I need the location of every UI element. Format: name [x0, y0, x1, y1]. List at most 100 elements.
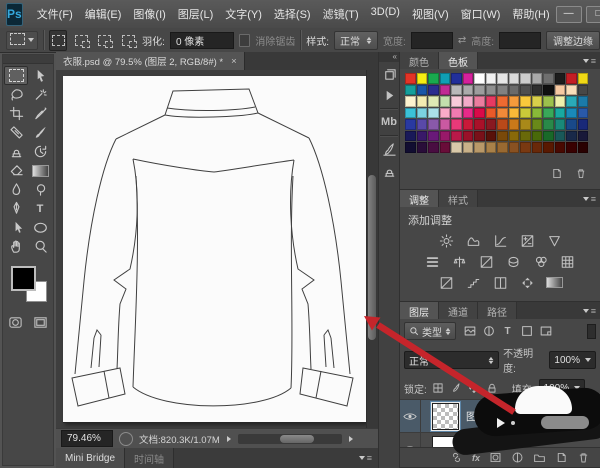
color-swatch[interactable] — [543, 131, 554, 142]
color-swatch[interactable] — [428, 119, 439, 130]
adjustments-tab-1[interactable]: 样式 — [439, 190, 478, 207]
color-swatch[interactable] — [474, 73, 485, 84]
color-swatch[interactable] — [451, 119, 462, 130]
threshold-adjustment-icon[interactable] — [492, 275, 509, 290]
color-lookup-adjustment-icon[interactable] — [559, 254, 576, 269]
color-swatch[interactable] — [486, 119, 497, 130]
color-swatch[interactable] — [417, 85, 428, 96]
tab-close-icon[interactable]: × — [231, 56, 237, 67]
color-swatch[interactable] — [474, 142, 485, 153]
new-swatch-icon[interactable] — [550, 167, 564, 180]
clone-source-panel-icon[interactable] — [379, 160, 399, 182]
color-swatch[interactable] — [520, 85, 531, 96]
healing-brush-tool-icon[interactable] — [4, 123, 28, 142]
pixel-filter-icon[interactable] — [461, 323, 478, 339]
color-swatch[interactable] — [543, 73, 554, 84]
color-swatch[interactable] — [497, 73, 508, 84]
menu-item-select[interactable]: 选择(S) — [268, 6, 317, 22]
tab-mini-bridge[interactable]: Mini Bridge — [56, 448, 125, 468]
new-selection-mode-button[interactable] — [49, 30, 67, 51]
color-swatch[interactable] — [451, 142, 462, 153]
menu-item-window[interactable]: 窗口(W) — [455, 6, 507, 22]
curves-adjustment-icon[interactable] — [492, 233, 509, 248]
color-swatch[interactable] — [451, 85, 462, 96]
selective-color-adjustment-icon[interactable] — [519, 275, 536, 290]
lasso-tool-icon[interactable] — [4, 85, 28, 104]
posterize-adjustment-icon[interactable] — [465, 275, 482, 290]
panel-menu-icon[interactable]: ≡ — [583, 302, 600, 319]
tool-preset-picker[interactable] — [6, 31, 38, 50]
zoom-level-field[interactable]: 79.46% — [61, 430, 113, 447]
color-swatch[interactable] — [428, 108, 439, 119]
color-swatch[interactable] — [532, 119, 543, 130]
status-menu-arrow-icon[interactable] — [227, 436, 231, 442]
refine-edge-button[interactable]: 调整边缘 — [546, 31, 600, 50]
color-swatch[interactable] — [520, 131, 531, 142]
color-swatch[interactable] — [543, 142, 554, 153]
actions-panel-icon[interactable] — [379, 84, 399, 106]
menu-item-view[interactable]: 视图(V) — [406, 6, 455, 22]
color-swatch[interactable] — [405, 142, 416, 153]
menu-item-layer[interactable]: 图层(L) — [172, 6, 219, 22]
vertical-scrollbar-thumb[interactable] — [368, 175, 376, 340]
panel-menu-icon[interactable]: ≡ — [583, 52, 600, 69]
color-swatch[interactable] — [578, 119, 589, 130]
color-swatch[interactable] — [474, 119, 485, 130]
color-swatch[interactable] — [428, 73, 439, 84]
layer-thumbnail[interactable] — [432, 403, 459, 430]
color-swatch[interactable] — [578, 108, 589, 119]
document-tab[interactable]: 衣服.psd @ 79.5% (图层 2, RGB/8#) * × — [56, 52, 245, 70]
color-swatch[interactable] — [405, 85, 416, 96]
clone-stamp-tool-icon[interactable] — [4, 142, 28, 161]
tool-presets-panel-icon[interactable] — [379, 138, 399, 160]
color-swatch[interactable] — [428, 96, 439, 107]
color-swatch[interactable] — [509, 96, 520, 107]
gradient-map-adjustment-icon[interactable] — [546, 275, 563, 290]
photo-filter-adjustment-icon[interactable] — [505, 254, 522, 269]
adjustments-tab-0[interactable]: 调整 — [400, 190, 439, 207]
style-dropdown[interactable]: 正常 — [334, 31, 378, 50]
black-white-adjustment-icon[interactable] — [478, 254, 495, 269]
lock-pixels-icon[interactable] — [449, 381, 464, 396]
color-swatch[interactable] — [520, 96, 531, 107]
panel-menu-icon[interactable]: ≡ — [583, 190, 600, 207]
eraser-tool-icon[interactable] — [4, 161, 28, 180]
color-swatch[interactable] — [578, 85, 589, 96]
history-brush-tool-icon[interactable] — [28, 142, 52, 161]
color-swatch[interactable] — [440, 85, 451, 96]
smart-object-filter-icon[interactable] — [537, 323, 554, 339]
maximize-button[interactable]: □ — [586, 6, 600, 23]
rectangular-marquee-tool-icon[interactable] — [4, 66, 28, 85]
shape-filter-icon[interactable] — [518, 323, 535, 339]
color-balance-adjustment-icon[interactable] — [451, 254, 468, 269]
color-swatch[interactable] — [532, 108, 543, 119]
color-swatch[interactable] — [486, 131, 497, 142]
panel-menu-icon[interactable]: ≡ — [359, 448, 378, 468]
color-swatch[interactable] — [417, 73, 428, 84]
color-swatch[interactable] — [417, 108, 428, 119]
layers-tab-0[interactable]: 图层 — [400, 302, 439, 319]
color-swatch[interactable] — [463, 85, 474, 96]
magic-wand-tool-icon[interactable] — [28, 85, 52, 104]
color-swatch[interactable] — [532, 96, 543, 107]
color-swatch[interactable] — [543, 96, 554, 107]
color-swatch[interactable] — [474, 131, 485, 142]
vertical-scrollbar[interactable] — [366, 70, 378, 428]
color-swatch[interactable] — [463, 131, 474, 142]
color-swatch[interactable] — [520, 73, 531, 84]
color-swatch[interactable] — [463, 108, 474, 119]
color-swatch[interactable] — [509, 142, 520, 153]
color-swatch[interactable] — [532, 85, 543, 96]
menu-item-filter[interactable]: 滤镜(T) — [317, 6, 365, 22]
color-swatch[interactable] — [463, 73, 474, 84]
brush-tool-icon[interactable] — [28, 123, 52, 142]
color-swatch[interactable] — [555, 108, 566, 119]
color-swatch[interactable] — [486, 85, 497, 96]
horizontal-scrollbar[interactable] — [238, 434, 342, 444]
color-swatch[interactable] — [532, 142, 543, 153]
foreground-color-swatch[interactable] — [11, 266, 36, 291]
zoom-tool-tool-icon[interactable] — [28, 237, 52, 256]
visibility-toggle[interactable] — [400, 400, 421, 432]
color-swatch[interactable] — [555, 142, 566, 153]
color-swatch[interactable] — [405, 131, 416, 142]
